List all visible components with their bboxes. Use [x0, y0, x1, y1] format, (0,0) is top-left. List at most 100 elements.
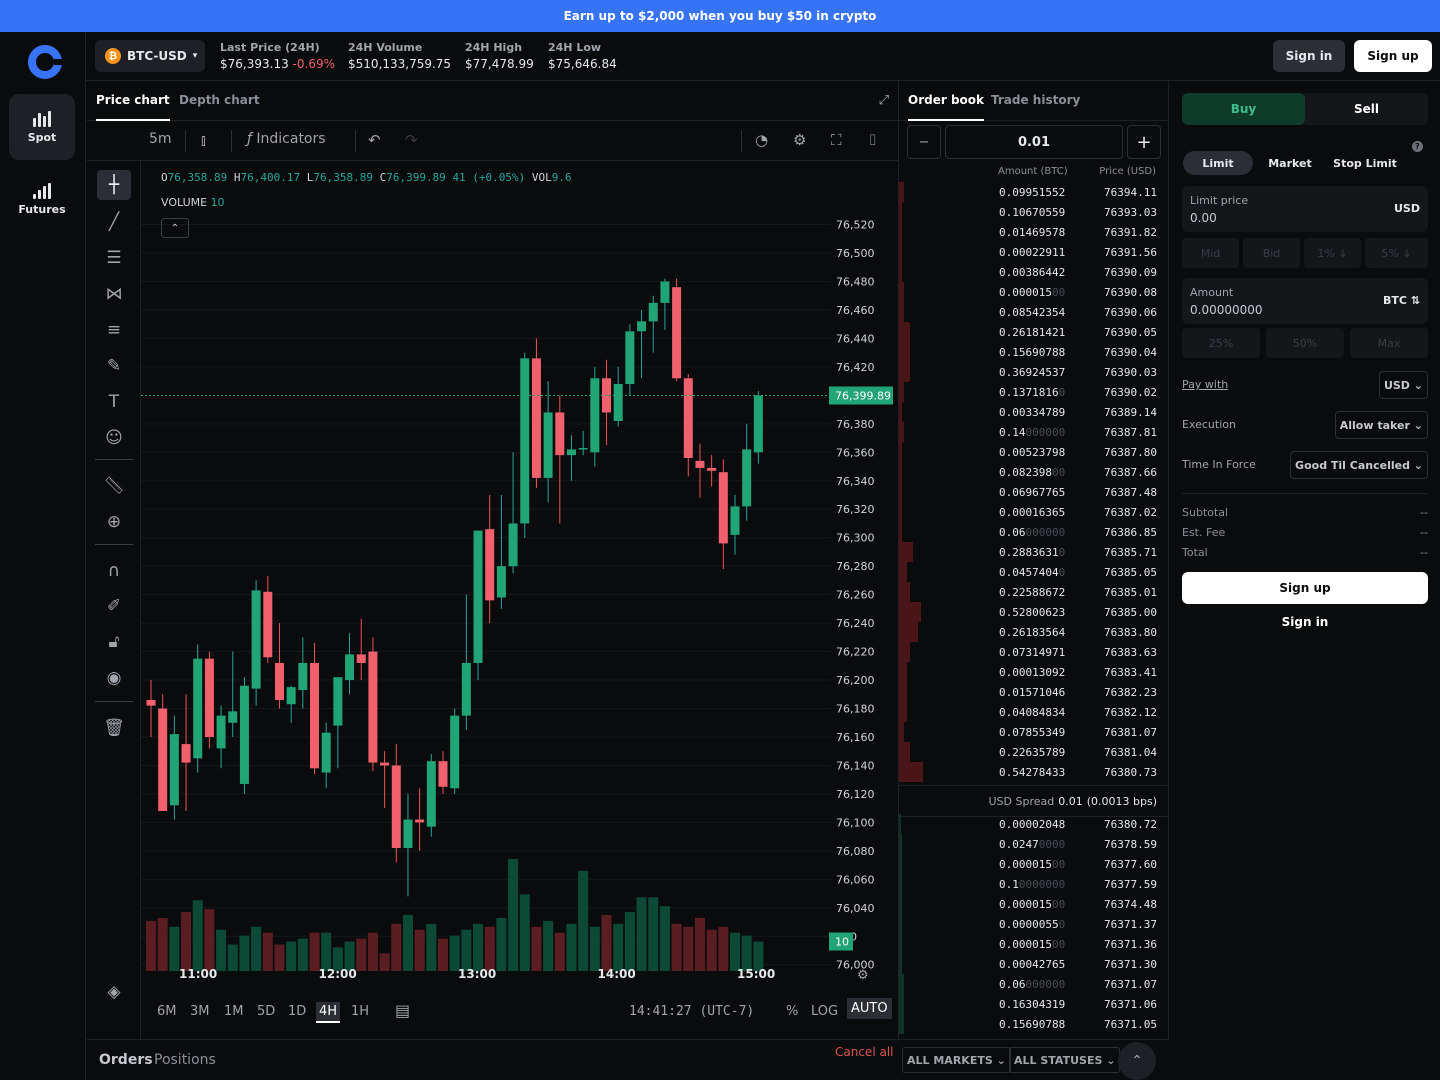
pay-with-label[interactable]: Pay with — [1182, 378, 1228, 391]
ask-row[interactable]: 0.10670559 76393.03 — [899, 202, 1169, 222]
nav-spot[interactable]: Spot — [9, 94, 75, 160]
help-icon[interactable]: ? — [1412, 141, 1423, 152]
interval-select[interactable]: 5m — [149, 131, 172, 147]
trade-sign-up-button[interactable]: Sign up — [1182, 572, 1428, 604]
auto-toggle[interactable]: AUTO — [847, 998, 892, 1019]
ask-row[interactable]: 0.09951552 76394.11 — [899, 182, 1169, 202]
ask-row[interactable]: 0.22588672 76385.01 — [899, 582, 1169, 602]
fullscreen-icon[interactable]: ⛶ — [831, 131, 842, 149]
ask-row[interactable]: 0.22635789 76381.04 — [899, 742, 1169, 762]
tab-trade-history[interactable]: Trade history — [991, 93, 1080, 107]
price-step-value[interactable]: 0.01 — [945, 125, 1123, 159]
indicators-button[interactable]: ƒ Indicators — [247, 131, 326, 147]
bid-row[interactable]: 0.06000000 76371.07 — [899, 974, 1169, 994]
candle-type-icon[interactable]: ⫾ — [201, 131, 206, 149]
limit-price-field[interactable]: Limit price 0.00 USD — [1182, 186, 1428, 232]
ask-row[interactable]: 0.52800623 76385.00 — [899, 602, 1169, 622]
ruler-icon[interactable]: 📏︎ — [97, 471, 131, 501]
brush-icon[interactable]: ✎ — [97, 351, 131, 381]
ask-row[interactable]: 0.13718160 76390.02 — [899, 382, 1169, 402]
ask-row[interactable]: 0.14000000 76387.81 — [899, 422, 1169, 442]
execution-select[interactable]: Allow taker ⌄ — [1334, 411, 1428, 439]
bid-row[interactable]: 0.10000000 76377.59 — [899, 874, 1169, 894]
order-type-limit[interactable]: Limit — [1183, 151, 1253, 175]
promo-text[interactable]: Earn up to $2,000 when you buy $50 in cr… — [564, 9, 877, 23]
promo-banner[interactable]: Earn up to $2,000 when you buy $50 in cr… — [0, 0, 1440, 32]
ask-row[interactable]: 0.01571046 76382.23 — [899, 682, 1169, 702]
amount-input[interactable]: 0.00000000 — [1190, 303, 1263, 317]
pct-25-chip[interactable]: 25% — [1182, 328, 1260, 358]
coinbase-logo[interactable] — [28, 45, 63, 79]
collapse-legend-button[interactable]: ⌃ — [161, 218, 189, 238]
limit-price-input[interactable]: 0.00 — [1190, 211, 1217, 225]
alert-clock-icon[interactable]: ◔ — [755, 131, 768, 149]
expand-icon[interactable]: ⤢ — [879, 93, 889, 108]
ask-row[interactable]: 0.00523798 76387.80 — [899, 442, 1169, 462]
emoji-icon[interactable]: ☺ — [97, 423, 131, 453]
fib-icon[interactable]: ☰ — [97, 243, 131, 273]
amount-field[interactable]: Amount 0.00000000 BTC ⇅ — [1182, 278, 1428, 324]
nav-futures[interactable]: Futures — [9, 166, 75, 232]
candlestick-chart[interactable]: 76,520 76,500 76,480 76,460 76,440 76,420 76,3… — [141, 161, 899, 973]
markets-filter[interactable]: ALL MARKETS ⌄ — [902, 1047, 1011, 1073]
ask-row[interactable]: 0.00386442 76390.09 — [899, 262, 1169, 282]
crosshair-icon[interactable]: ┼ — [97, 170, 131, 200]
percent-toggle[interactable]: % — [786, 1004, 798, 1019]
axis-settings-icon[interactable]: ⚙ — [857, 968, 869, 983]
ask-row[interactable]: 0.26183564 76383.80 — [899, 622, 1169, 642]
expand-orders-button[interactable]: ⌃ — [1118, 1042, 1156, 1080]
ask-row[interactable]: 0.00013092 76383.41 — [899, 662, 1169, 682]
ask-row[interactable]: 0.36924537 76390.03 — [899, 362, 1169, 382]
sign-in-button[interactable]: Sign in — [1273, 40, 1345, 72]
trade-sign-in-link[interactable]: Sign in — [1182, 612, 1428, 632]
camera-icon[interactable]: ⌷ — [868, 131, 877, 149]
minus-1pct-chip[interactable]: 1% ↓ — [1304, 238, 1361, 268]
bid-row[interactable]: 0.15690788 76371.05 — [899, 1014, 1169, 1034]
pair-selector[interactable]: ₿ BTC-USD ▾ — [95, 40, 205, 72]
prediction-icon[interactable]: ≡ — [97, 315, 131, 345]
bid-row[interactable]: 0.00000550 76371.37 — [899, 914, 1169, 934]
bid-row[interactable]: 0.00001500 76377.60 — [899, 854, 1169, 874]
range-6m[interactable]: 6M — [157, 1004, 177, 1019]
text-icon[interactable]: T — [97, 387, 131, 417]
ask-row[interactable]: 0.08239800 76387.66 — [899, 462, 1169, 482]
gear-icon[interactable]: ⚙ — [793, 131, 806, 149]
range-1h[interactable]: 1H — [351, 1004, 369, 1019]
tab-price-chart[interactable]: Price chart — [96, 93, 170, 121]
trash-icon[interactable]: 🗑︎ — [97, 713, 131, 743]
ask-row[interactable]: 0.00001500 76390.08 — [899, 282, 1169, 302]
range-4h[interactable]: 4H — [316, 1002, 341, 1023]
order-type-stop-limit[interactable]: Stop Limit — [1330, 151, 1400, 175]
decrease-step-button[interactable]: − — [907, 125, 941, 159]
amount-unit-toggle[interactable]: BTC ⇅ — [1383, 294, 1420, 307]
calendar-icon[interactable]: ▤ — [395, 1001, 410, 1020]
ask-row[interactable]: 0.06967765 76387.48 — [899, 482, 1169, 502]
mid-chip[interactable]: Mid — [1182, 238, 1239, 268]
eye-icon[interactable]: ◉ — [97, 663, 131, 693]
magnet-icon[interactable]: ∩ — [97, 556, 131, 586]
cancel-all-button[interactable]: Cancel all — [835, 1045, 894, 1059]
sign-up-button[interactable]: Sign up — [1354, 40, 1432, 72]
ask-row[interactable]: 0.00334789 76389.14 — [899, 402, 1169, 422]
layers-icon[interactable]: ◈ — [97, 977, 131, 1007]
bid-row[interactable]: 0.02470000 76378.59 — [899, 834, 1169, 854]
pct-50-chip[interactable]: 50% — [1266, 328, 1344, 358]
lock-drawing-icon[interactable]: ✐ — [97, 591, 131, 621]
pay-with-select[interactable]: USD ⌄ — [1378, 371, 1428, 399]
bid-row[interactable]: 0.16304319 76371.06 — [899, 994, 1169, 1014]
bid-row[interactable]: 0.00001500 76371.36 — [899, 934, 1169, 954]
range-1m[interactable]: 1M — [224, 1004, 244, 1019]
ask-row[interactable]: 0.04574040 76385.05 — [899, 562, 1169, 582]
range-3m[interactable]: 3M — [190, 1004, 210, 1019]
ask-row[interactable]: 0.00016365 76387.02 — [899, 502, 1169, 522]
minus-5pct-chip[interactable]: 5% ↓ — [1365, 238, 1428, 268]
statuses-filter[interactable]: ALL STATUSES ⌄ — [1009, 1047, 1121, 1073]
ask-row[interactable]: 0.07855349 76381.07 — [899, 722, 1169, 742]
ask-row[interactable]: 0.28836310 76385.71 — [899, 542, 1169, 562]
buy-tab[interactable]: Buy — [1182, 93, 1305, 125]
tif-select[interactable]: Good Til Cancelled ⌄ — [1290, 451, 1428, 479]
redo-icon[interactable]: ↷ — [405, 131, 418, 149]
price-chart[interactable]: 76,520 76,500 76,480 76,460 76,440 76,420 76,3… — [141, 161, 899, 973]
tab-depth-chart[interactable]: Depth chart — [179, 93, 260, 107]
lock-icon[interactable]: 🔓︎ — [97, 627, 131, 657]
